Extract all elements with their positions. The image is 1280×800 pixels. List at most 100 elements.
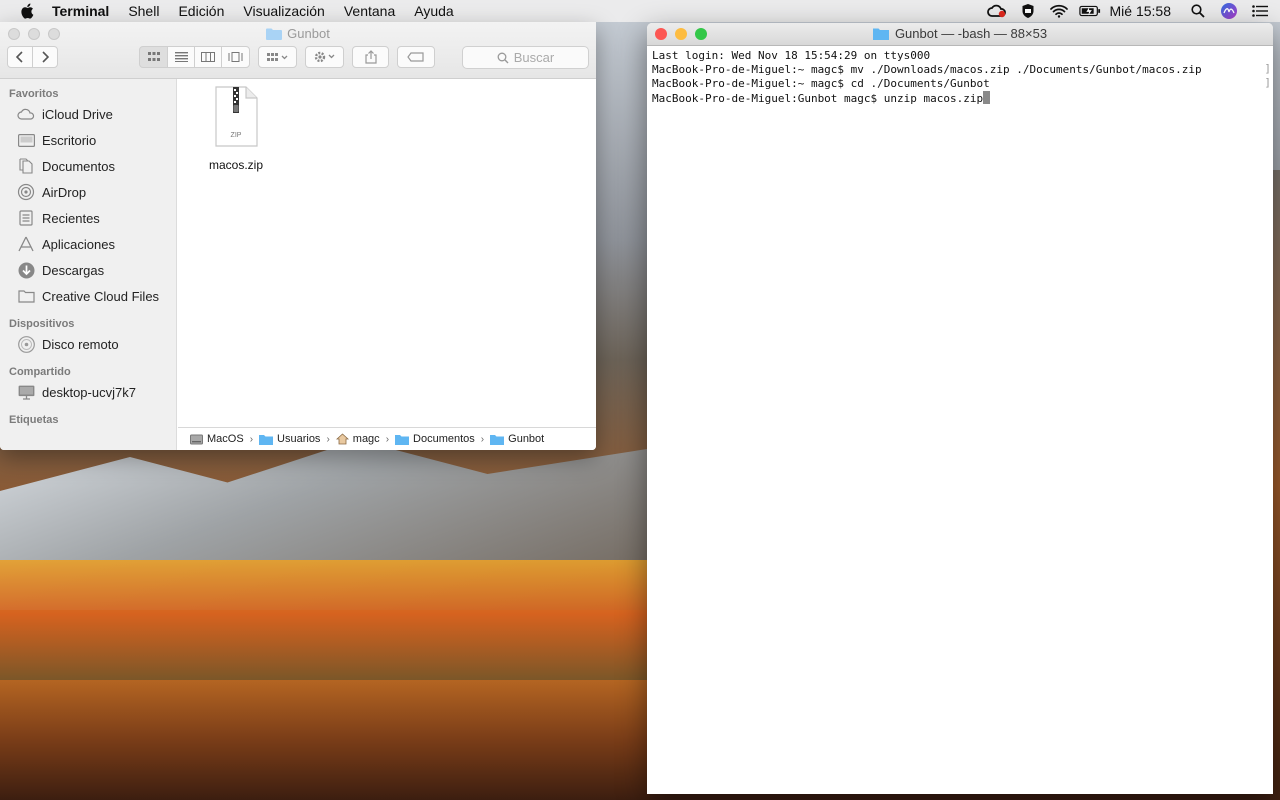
sidebar-item-label: Documentos: [42, 158, 115, 174]
file-item[interactable]: ZIP macos.zip: [200, 85, 272, 172]
wallpaper-lake: [0, 680, 650, 800]
airdrop-icon: [17, 183, 35, 201]
search-icon: [497, 52, 509, 63]
terminal-prompt-line: MacBook-Pro-de-Miguel:Gunbot magc$ unzip…: [652, 91, 1268, 106]
disc-icon: [17, 335, 35, 353]
tags-button[interactable]: [397, 46, 435, 68]
chevron-right-icon: ›: [249, 433, 254, 445]
status-area: Mié 15:58: [986, 0, 1280, 22]
menu-edicion[interactable]: Edición: [178, 3, 224, 19]
terminal-titlebar: Gunbot — -bash — 88×53: [647, 23, 1273, 46]
applications-icon: [17, 236, 35, 252]
sidebar-header-tags: Etiquetas: [9, 414, 59, 426]
sidebar-item-label: desktop-ucvj7k7: [42, 384, 136, 400]
search-placeholder: Buscar: [513, 50, 555, 65]
notification-center-icon[interactable]: [1249, 2, 1271, 20]
action-button[interactable]: [305, 46, 344, 68]
path-item-documentos[interactable]: Documentos: [395, 433, 475, 445]
column-view-button[interactable]: [194, 46, 222, 68]
chevron-right-icon: [42, 51, 49, 63]
sidebar-item-creative-cloud-files[interactable]: Creative Cloud Files: [0, 283, 176, 309]
sidebar-item-label: iCloud Drive: [42, 106, 113, 122]
folder-icon: [266, 28, 283, 40]
wallpaper-trees: [0, 560, 650, 680]
file-name: macos.zip: [208, 158, 264, 172]
chevron-left-icon: [16, 51, 23, 63]
creative-cloud-icon[interactable]: [986, 2, 1008, 20]
columns-icon: [201, 52, 215, 62]
chevron-right-icon: ›: [480, 433, 485, 445]
list-view-button[interactable]: [167, 46, 195, 68]
sidebar-item-icloud-drive[interactable]: iCloud Drive: [0, 101, 176, 127]
arrange-button[interactable]: [258, 46, 297, 68]
cloud-icon: [17, 106, 35, 122]
sidebar-header-shared: Compartido: [9, 366, 71, 378]
menu-clock[interactable]: Mié 15:58: [1110, 3, 1171, 19]
battery-icon[interactable]: [1078, 2, 1101, 20]
chevron-right-icon: ›: [326, 433, 330, 445]
wifi-icon[interactable]: [1048, 2, 1070, 20]
siri-icon[interactable]: [1218, 2, 1240, 20]
path-item-label: Documentos: [413, 433, 475, 445]
zip-badge: ZIP: [231, 132, 242, 139]
line-marker: ]: [1264, 62, 1271, 75]
path-item-magc[interactable]: magc: [335, 433, 380, 445]
line-marker: ]: [1264, 76, 1271, 89]
folder-icon: [490, 434, 505, 445]
grid-icon: [147, 52, 160, 61]
menu-ayuda[interactable]: Ayuda: [414, 3, 453, 19]
finder-content: ZIP macos.zip: [178, 79, 596, 426]
sidebar-item-label: Disco remoto: [42, 336, 119, 352]
apple-menu-icon[interactable]: [20, 3, 36, 19]
path-item-macos[interactable]: MacOS: [190, 433, 244, 445]
finder-title: Gunbot: [0, 26, 596, 41]
sidebar-item-aplicaciones[interactable]: Aplicaciones: [0, 231, 176, 257]
back-button[interactable]: [7, 46, 33, 68]
sidebar-item-documentos[interactable]: Documentos: [0, 153, 176, 179]
sidebar-item-recientes[interactable]: Recientes: [0, 205, 176, 231]
menu-visualizacion[interactable]: Visualización: [243, 3, 324, 19]
sidebar-item-label: Aplicaciones: [42, 236, 115, 252]
sidebar-item-disco-remoto[interactable]: Disco remoto: [0, 331, 176, 357]
terminal-title-text: Gunbot — -bash — 88×53: [894, 26, 1048, 41]
finder-sidebar: Favoritos iCloud Drive Escritorio Docume…: [0, 79, 177, 450]
vpn-shield-icon[interactable]: [1017, 2, 1039, 20]
sidebar-item-airdrop[interactable]: AirDrop: [0, 179, 176, 205]
path-item-label: Usuarios: [277, 433, 321, 445]
gallery-view-button[interactable]: [221, 46, 250, 68]
recents-icon: [17, 210, 35, 226]
forward-button[interactable]: [32, 46, 58, 68]
folder-icon: [17, 288, 35, 304]
menu-terminal[interactable]: Terminal: [52, 3, 109, 19]
share-button[interactable]: [352, 46, 389, 68]
sidebar-item-label: Creative Cloud Files: [42, 288, 160, 304]
gear-icon: [314, 51, 334, 63]
path-item-usuarios[interactable]: Usuarios: [259, 433, 320, 445]
path-bar: MacOS › Usuarios › magc › Documentos › G…: [178, 427, 596, 450]
terminal-window: Gunbot — -bash — 88×53 Last login: Wed N…: [647, 23, 1273, 794]
sidebar-item-descargas[interactable]: Descargas: [0, 257, 176, 283]
path-item-label: Gunbot: [508, 433, 545, 445]
menu-ventana[interactable]: Ventana: [344, 3, 395, 19]
sidebar-item-label: Recientes: [42, 210, 100, 226]
list-icon: [174, 52, 188, 62]
sidebar-header-favorites: Favoritos: [9, 88, 59, 100]
downloads-icon: [17, 262, 35, 278]
path-item-gunbot[interactable]: Gunbot: [490, 433, 544, 445]
icon-view-button[interactable]: [139, 46, 168, 68]
sidebar-item-desktop-ucvj7k7[interactable]: desktop-ucvj7k7: [0, 379, 176, 405]
terminal-title: Gunbot — -bash — 88×53: [647, 26, 1273, 41]
sidebar-item-escritorio[interactable]: Escritorio: [0, 127, 176, 153]
tag-icon: [407, 52, 424, 62]
search-field[interactable]: Buscar: [462, 46, 589, 69]
terminal-output[interactable]: Last login: Wed Nov 18 15:54:29 on ttys0…: [647, 46, 1273, 109]
sidebar-item-label: AirDrop: [42, 184, 87, 200]
folder-icon: [395, 434, 410, 445]
hard-drive-icon: [190, 434, 203, 444]
home-icon: [335, 433, 349, 445]
menu-shell[interactable]: Shell: [128, 3, 159, 19]
folder-icon: [872, 28, 889, 40]
spotlight-search-icon[interactable]: [1187, 2, 1209, 20]
finder-window: Gunbot Buscar Favoritos iCloud Drive Esc…: [0, 22, 596, 450]
gallery-icon: [228, 52, 243, 62]
